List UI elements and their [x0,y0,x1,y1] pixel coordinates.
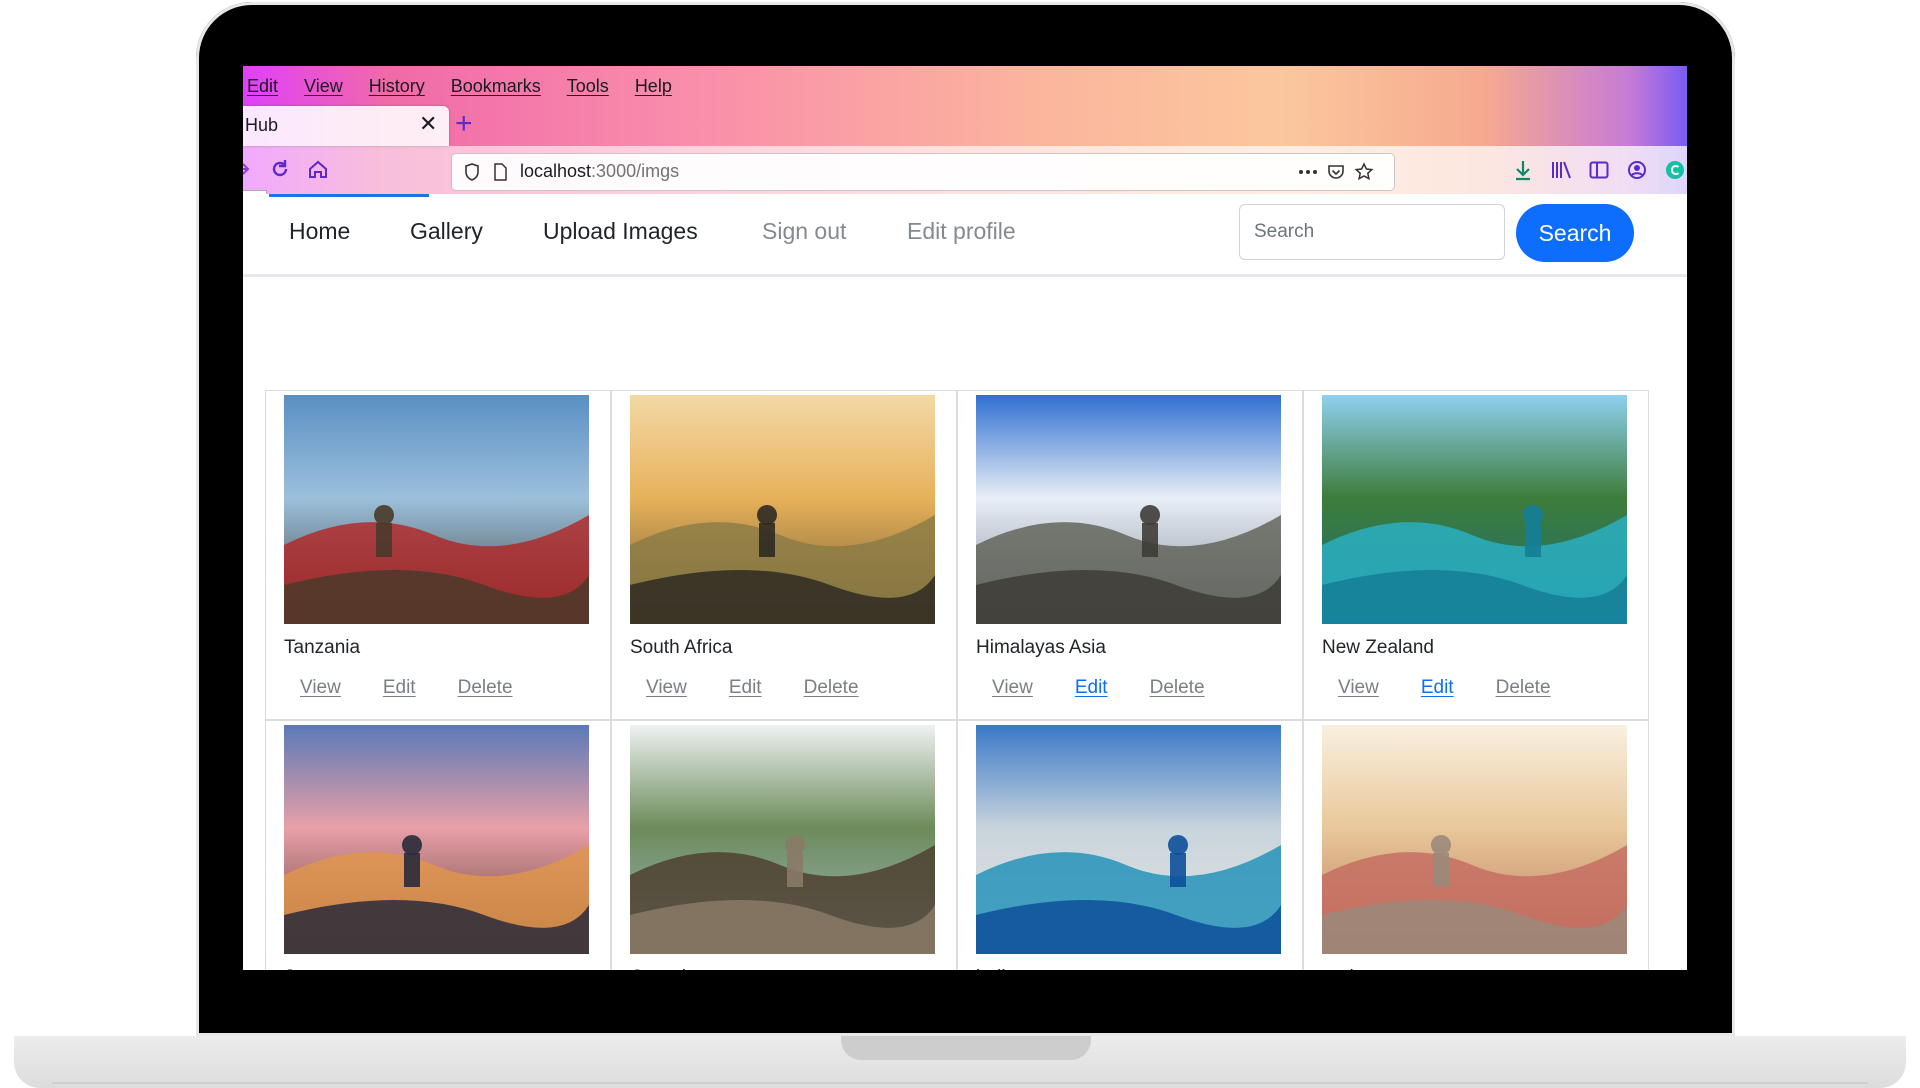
nav-upload-images[interactable]: Upload Images [543,218,698,245]
nav-sign-out[interactable]: Sign out [762,218,846,245]
pocket-icon[interactable] [1326,162,1346,182]
card-title: Tanzania [284,637,361,658]
account-icon[interactable] [1623,156,1651,184]
card-image[interactable] [630,395,935,624]
laptop-notch [841,1036,1091,1060]
reload-icon[interactable] [267,156,293,182]
card-actions: View Edit Delete [300,677,555,699]
forward-icon[interactable] [243,156,255,182]
card-actions: View Edit Delete [1338,677,1593,699]
menu-bar: Edit View History Bookmarks Tools Help [247,72,685,100]
view-link[interactable]: View [992,677,1033,699]
menu-bookmarks[interactable]: Bookmarks [438,72,554,100]
close-icon[interactable]: ✕ [419,111,437,137]
gallery-card: Japan View Edit Delete [265,720,611,970]
laptop-screen: Edit View History Bookmarks Tools Help H… [243,66,1687,970]
gallery-card: Canada View Edit Delete [611,720,957,970]
edit-link[interactable]: Edit [729,677,762,699]
card-image[interactable] [1322,725,1627,954]
card-image[interactable] [976,725,1281,954]
menu-view[interactable]: View [291,72,356,100]
browser-tab[interactable]: Hub ✕ [243,106,449,146]
gallery-card: South Africa View Edit Delete [611,390,957,720]
view-link[interactable]: View [1338,677,1379,699]
home-icon[interactable] [305,156,331,182]
download-icon[interactable] [1509,156,1537,184]
gallery-card: Himalayas Asia View Edit Delete [957,390,1303,720]
navigation-toolbar: localhost:3000/imgs [243,148,1687,194]
card-title: bali [976,967,1006,970]
edit-link[interactable]: Edit [1075,677,1108,699]
card-image[interactable] [630,725,935,954]
delete-link[interactable]: Delete [804,677,859,699]
nav-edit-profile[interactable]: Edit profile [907,218,1016,245]
shield-icon[interactable] [462,162,482,182]
view-link[interactable]: View [300,677,341,699]
search-input[interactable] [1239,204,1505,260]
extension-icon[interactable] [1661,156,1687,184]
edit-link[interactable]: Edit [383,677,416,699]
view-link[interactable]: View [646,677,687,699]
card-title: New Zealand [1322,637,1434,658]
laptop-base-edge [52,1082,1868,1084]
nav-home[interactable]: Home [289,218,350,245]
card-actions: View Edit Delete [646,677,901,699]
menu-help[interactable]: Help [622,72,685,100]
gallery-card: Tanzania View Edit Delete [265,390,611,720]
card-image[interactable] [284,725,589,954]
card-image[interactable] [1322,395,1627,624]
delete-link[interactable]: Delete [458,677,513,699]
menu-edit[interactable]: Edit [247,72,291,100]
search-button[interactable]: Search [1516,204,1634,262]
card-title: Japan [284,967,336,970]
new-tab-button[interactable]: + [455,104,473,144]
page-icon [490,162,510,182]
menu-history[interactable]: History [356,72,438,100]
sidebar-icon[interactable] [1585,156,1613,184]
more-icon[interactable] [1298,162,1318,182]
edit-link[interactable]: Edit [1421,677,1454,699]
nav-gallery[interactable]: Gallery [410,218,483,245]
library-icon[interactable] [1547,156,1575,184]
card-image[interactable] [976,395,1281,624]
card-image[interactable] [284,395,589,624]
delete-link[interactable]: Delete [1150,677,1205,699]
browser-chrome: Edit View History Bookmarks Tools Help H… [243,66,1687,194]
card-title: Canada [630,967,697,970]
site-navbar: Home Gallery Upload Images Sign out Edit… [243,194,1687,277]
page-content: Home Gallery Upload Images Sign out Edit… [243,194,1687,970]
card-actions: View Edit Delete [992,677,1247,699]
gallery-card: bali View Edit Delete [957,720,1303,970]
star-icon[interactable] [1354,162,1374,182]
card-title: South Africa [630,637,733,658]
url-host: localhost [520,161,592,181]
card-title: paris [1322,967,1363,970]
card-title: Himalayas Asia [976,637,1106,658]
url-text[interactable]: localhost:3000/imgs [520,161,679,182]
url-bar[interactable]: localhost:3000/imgs [451,153,1395,191]
gallery-card: New Zealand View Edit Delete [1303,390,1649,720]
gallery-grid: Tanzania View Edit Delete South Africa V… [265,390,1654,970]
gallery-card: paris View Edit Delete [1303,720,1649,970]
delete-link[interactable]: Delete [1496,677,1551,699]
url-path: :3000/imgs [591,161,680,181]
menu-tools[interactable]: Tools [554,72,622,100]
tab-title: Hub [245,115,279,135]
